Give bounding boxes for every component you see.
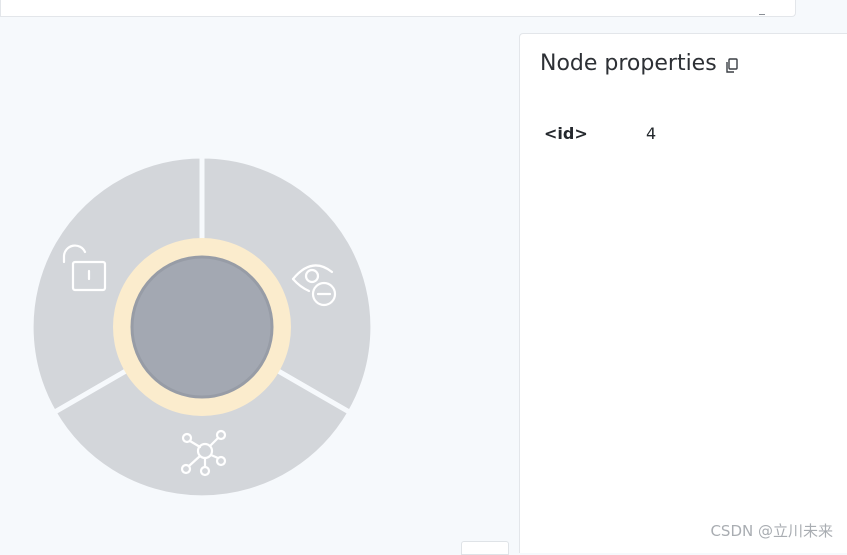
property-row: <id> 4 [544, 124, 656, 143]
node-properties-panel: Node properties <id> 4 [519, 33, 847, 553]
chevron-down-icon[interactable] [759, 12, 765, 15]
graph-node[interactable] [130, 255, 274, 399]
app-canvas: Node properties <id> 4 CSDN @立川未来 [0, 0, 847, 555]
radial-context-menu [28, 153, 376, 501]
panel-title: Node properties [540, 51, 717, 76]
copy-icon[interactable] [725, 55, 739, 73]
watermark: CSDN @立川未来 [710, 522, 833, 540]
zoom-control[interactable] [461, 541, 509, 555]
property-value: 4 [646, 124, 657, 143]
top-search-bar[interactable] [0, 0, 796, 17]
graph-canvas[interactable] [0, 20, 518, 550]
property-key: <id> [544, 124, 588, 143]
